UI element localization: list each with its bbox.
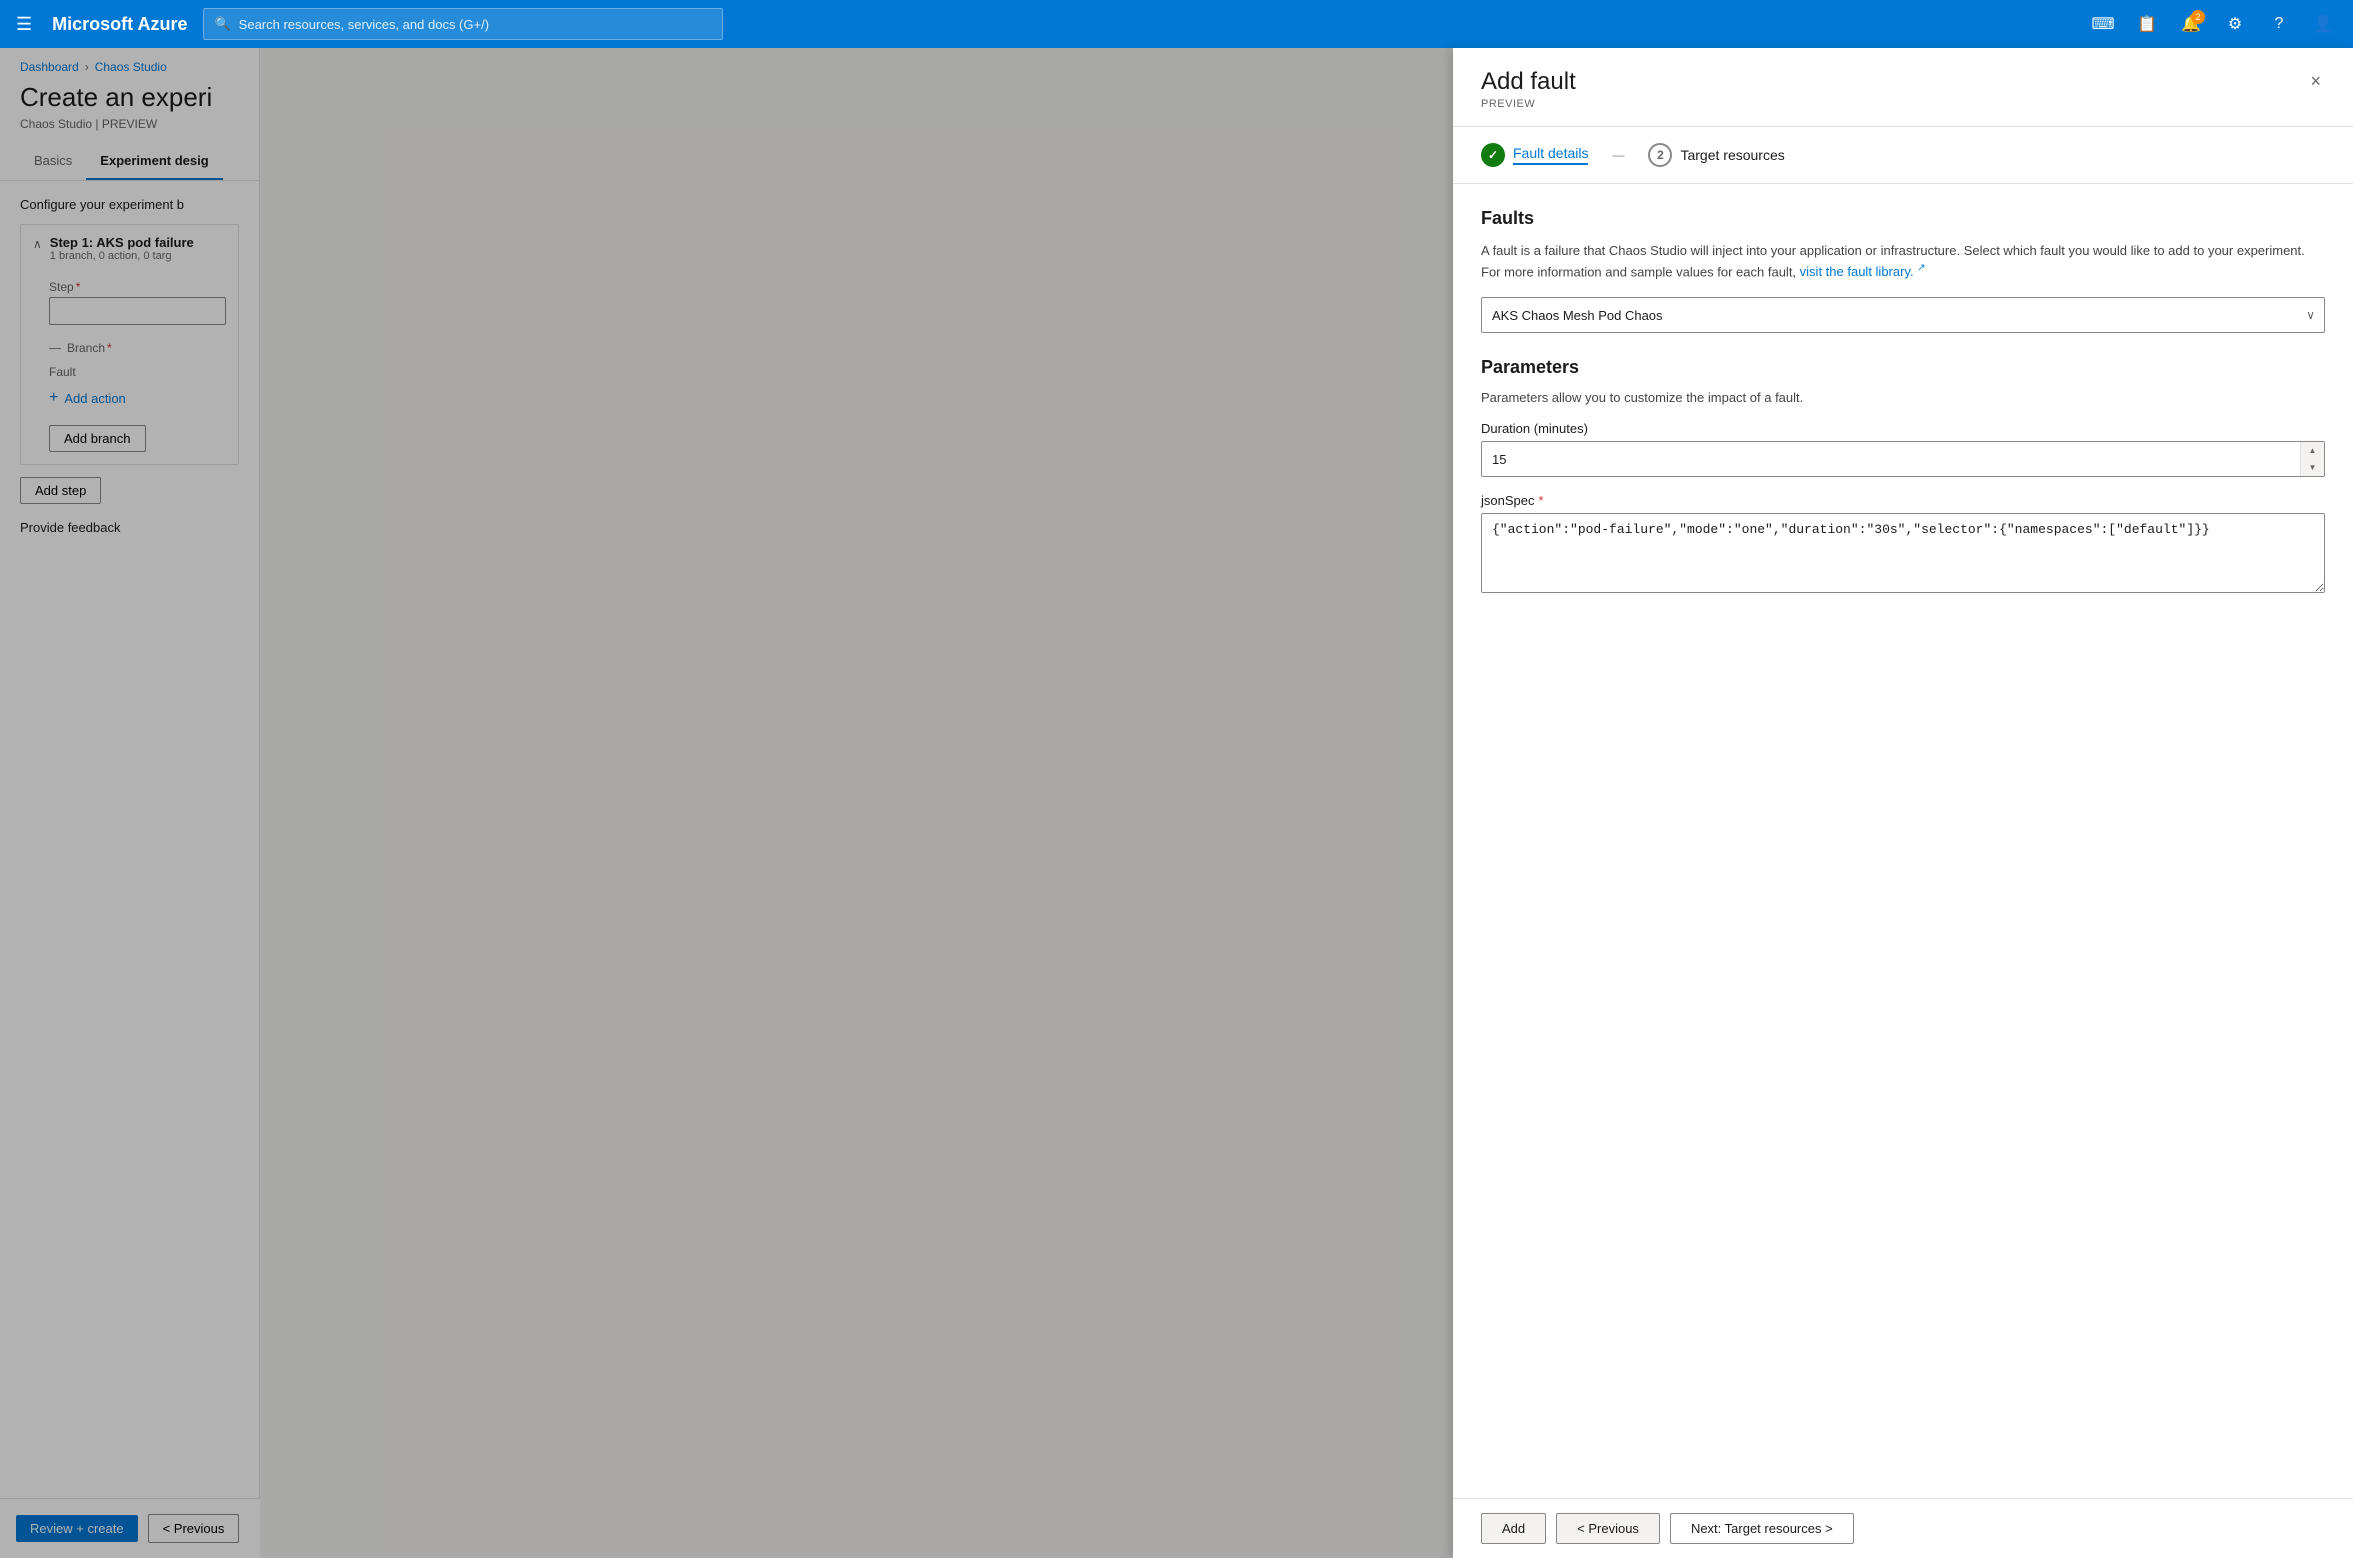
step-nav-circle-1: ✓ <box>1481 143 1505 167</box>
notifications-icon[interactable]: 🔔 2 <box>2173 6 2209 42</box>
step-nav-label-2: Target resources <box>1680 147 1784 163</box>
brand-logo: Microsoft Azure <box>52 14 187 35</box>
panel-subtitle: PREVIEW <box>1481 98 1576 110</box>
jsonspec-label: jsonSpec * <box>1481 493 2325 508</box>
duration-input-wrapper: ▲ ▼ <box>1481 441 2325 477</box>
duration-label: Duration (minutes) <box>1481 421 2325 436</box>
parameters-title: Parameters <box>1481 357 2325 378</box>
cloud-shell-icon[interactable]: ⌨ <box>2085 6 2121 42</box>
parameters-desc: Parameters allow you to customize the im… <box>1481 390 2325 405</box>
panel-steps-nav: ✓ Fault details — 2 Target resources <box>1453 127 2353 184</box>
duration-field: Duration (minutes) ▲ ▼ <box>1481 421 2325 477</box>
panel-close-button[interactable]: × <box>2306 68 2325 94</box>
hamburger-icon[interactable]: ☰ <box>12 10 36 39</box>
panel-overlay: Add fault PREVIEW × ✓ Fault details — 2 … <box>0 48 2353 1558</box>
panel-header: Add fault PREVIEW × <box>1453 48 2353 127</box>
parameters-section: Parameters Parameters allow you to custo… <box>1481 357 2325 598</box>
search-placeholder: Search resources, services, and docs (G+… <box>239 17 489 32</box>
spinner-up-button[interactable]: ▲ <box>2301 442 2324 459</box>
spinner-buttons: ▲ ▼ <box>2300 442 2324 476</box>
portal-menu-icon[interactable]: 📋 <box>2129 6 2165 42</box>
duration-input[interactable] <box>1481 441 2325 477</box>
footer-add-button[interactable]: Add <box>1481 1513 1546 1544</box>
jsonspec-required-star: * <box>1538 493 1543 508</box>
notification-badge: 2 <box>2191 10 2205 24</box>
jsonspec-field: jsonSpec * {"action":"pod-failure","mode… <box>1481 493 2325 598</box>
panel-title: Add fault <box>1481 68 1576 96</box>
main-layout: Dashboard › Chaos Studio Create an exper… <box>0 48 2353 1558</box>
topbar: ☰ Microsoft Azure 🔍 Search resources, se… <box>0 0 2353 48</box>
step-nav-1[interactable]: ✓ Fault details <box>1481 143 1588 167</box>
panel-title-area: Add fault PREVIEW <box>1481 68 1576 110</box>
footer-previous-button[interactable]: < Previous <box>1556 1513 1660 1544</box>
help-icon[interactable]: ? <box>2261 6 2297 42</box>
account-icon[interactable]: 👤 <box>2305 6 2341 42</box>
fault-library-link[interactable]: visit the fault library. ↗ <box>1800 264 1926 279</box>
fault-dropdown-wrapper: AKS Chaos Mesh Pod Chaos AKS Chaos Mesh … <box>1481 297 2325 333</box>
panel-content: Faults A fault is a failure that Chaos S… <box>1453 184 2353 1498</box>
footer-next-button[interactable]: Next: Target resources > <box>1670 1513 1854 1544</box>
step-nav-circle-2: 2 <box>1648 143 1672 167</box>
search-bar[interactable]: 🔍 Search resources, services, and docs (… <box>203 8 723 40</box>
faults-section-desc: A fault is a failure that Chaos Studio w… <box>1481 241 2325 281</box>
fault-dropdown[interactable]: AKS Chaos Mesh Pod Chaos AKS Chaos Mesh … <box>1481 297 2325 333</box>
side-panel: Add fault PREVIEW × ✓ Fault details — 2 … <box>1453 48 2353 1558</box>
panel-footer: Add < Previous Next: Target resources > <box>1453 1498 2353 1558</box>
faults-section-title: Faults <box>1481 208 2325 229</box>
external-link-icon: ↗ <box>1917 263 1925 274</box>
spinner-down-button[interactable]: ▼ <box>2301 459 2324 476</box>
step-nav-separator: — <box>1612 148 1624 162</box>
jsonspec-textarea[interactable]: {"action":"pod-failure","mode":"one","du… <box>1481 513 2325 593</box>
search-icon: 🔍 <box>214 16 230 32</box>
settings-icon[interactable]: ⚙ <box>2217 6 2253 42</box>
topbar-icons: ⌨ 📋 🔔 2 ⚙ ? 👤 <box>2085 6 2341 42</box>
step-nav-2[interactable]: 2 Target resources <box>1648 143 1784 167</box>
step-nav-label-1: Fault details <box>1513 145 1588 165</box>
